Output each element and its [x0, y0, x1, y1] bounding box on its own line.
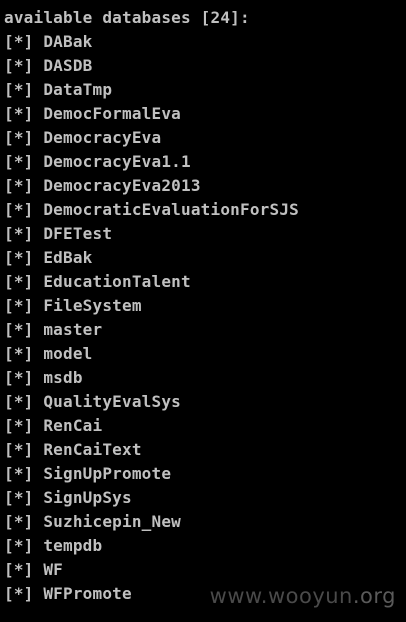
- database-list-item: [*] DFETest: [4, 222, 406, 246]
- list-bullet: [*]: [4, 368, 34, 387]
- list-bullet: [*]: [4, 584, 34, 603]
- database-list-item: [*] SignUpPromote: [4, 462, 406, 486]
- list-bullet: [*]: [4, 488, 34, 507]
- database-list-item: [*] DASDB: [4, 54, 406, 78]
- database-name: DemocracyEva: [43, 128, 162, 147]
- watermark: www.wooyun.org: [210, 584, 396, 608]
- database-list-item: [*] DABak: [4, 30, 406, 54]
- list-bullet: [*]: [4, 560, 34, 579]
- list-bullet: [*]: [4, 416, 34, 435]
- database-name: FileSystem: [43, 296, 142, 315]
- database-list-item: [*] tempdb: [4, 534, 406, 558]
- list-bullet: [*]: [4, 464, 34, 483]
- database-name: EducationTalent: [43, 272, 191, 291]
- list-bullet: [*]: [4, 440, 34, 459]
- database-list-item: [*] SignUpSys: [4, 486, 406, 510]
- database-list-item: [*] QualityEvalSys: [4, 390, 406, 414]
- list-bullet: [*]: [4, 104, 34, 123]
- list-bullet: [*]: [4, 296, 34, 315]
- database-name: msdb: [43, 368, 83, 387]
- database-name: SignUpSys: [43, 488, 132, 507]
- database-list-item: [*] Suzhicepin_New: [4, 510, 406, 534]
- database-list-item: [*] DemocracyEva: [4, 126, 406, 150]
- database-list-item: [*] DataTmp: [4, 78, 406, 102]
- database-name: DemocracyEva2013: [43, 176, 201, 195]
- database-name: DFETest: [43, 224, 113, 243]
- list-bullet: [*]: [4, 272, 34, 291]
- list-bullet: [*]: [4, 512, 34, 531]
- database-list-item: [*] RenCaiText: [4, 438, 406, 462]
- list-bullet: [*]: [4, 80, 34, 99]
- database-list-item: [*] EducationTalent: [4, 270, 406, 294]
- database-list-item: [*] WF: [4, 558, 406, 582]
- database-list-item: [*] model: [4, 342, 406, 366]
- list-bullet: [*]: [4, 392, 34, 411]
- database-name: DemocraticEvaluationForSJS: [43, 200, 299, 219]
- database-list-item: [*] master: [4, 318, 406, 342]
- database-list-item: [*] msdb: [4, 366, 406, 390]
- list-bullet: [*]: [4, 128, 34, 147]
- list-bullet: [*]: [4, 32, 34, 51]
- list-bullet: [*]: [4, 176, 34, 195]
- database-list-item: [*] FileSystem: [4, 294, 406, 318]
- database-name: EdBak: [43, 248, 93, 267]
- list-bullet: [*]: [4, 344, 34, 363]
- database-name: DABak: [43, 32, 93, 51]
- database-list-item: [*] DemocracyEva1.1: [4, 150, 406, 174]
- list-bullet: [*]: [4, 536, 34, 555]
- database-name: DemocracyEva1.1: [43, 152, 191, 171]
- database-name: tempdb: [43, 536, 103, 555]
- console-window: available databases [24]: [*] DABak [*] D…: [0, 0, 406, 622]
- database-name: RenCaiText: [43, 440, 142, 459]
- list-bullet: [*]: [4, 152, 34, 171]
- list-bullet: [*]: [4, 200, 34, 219]
- database-name: WF: [43, 560, 64, 579]
- watermark-tld: .org: [352, 584, 396, 608]
- list-bullet: [*]: [4, 320, 34, 339]
- watermark-site: www.wooyun: [209, 584, 353, 608]
- list-bullet: [*]: [4, 248, 34, 267]
- database-list-item: [*] DemocracyEva2013: [4, 174, 406, 198]
- database-name: WFPromote: [43, 584, 132, 603]
- database-list-item: [*] DemocraticEvaluationForSJS: [4, 198, 406, 222]
- list-bullet: [*]: [4, 56, 34, 75]
- database-name: model: [43, 344, 93, 363]
- database-list-item: [*] EdBak: [4, 246, 406, 270]
- database-list-item: [*] DemocFormalEva: [4, 102, 406, 126]
- database-name: master: [43, 320, 103, 339]
- database-name: Suzhicepin_New: [43, 512, 182, 531]
- database-name: DemocFormalEva: [43, 104, 182, 123]
- list-bullet: [*]: [4, 224, 34, 243]
- database-name: SignUpPromote: [43, 464, 172, 483]
- database-name: DASDB: [43, 56, 93, 75]
- database-name: DataTmp: [43, 80, 113, 99]
- database-name: RenCai: [43, 416, 103, 435]
- database-name: QualityEvalSys: [43, 392, 182, 411]
- database-list: [*] DABak [*] DASDB [*] DataTmp [*] DemocFo…: [4, 30, 406, 606]
- console-header: available databases [24]:: [4, 8, 250, 27]
- database-list-item: [*] RenCai: [4, 414, 406, 438]
